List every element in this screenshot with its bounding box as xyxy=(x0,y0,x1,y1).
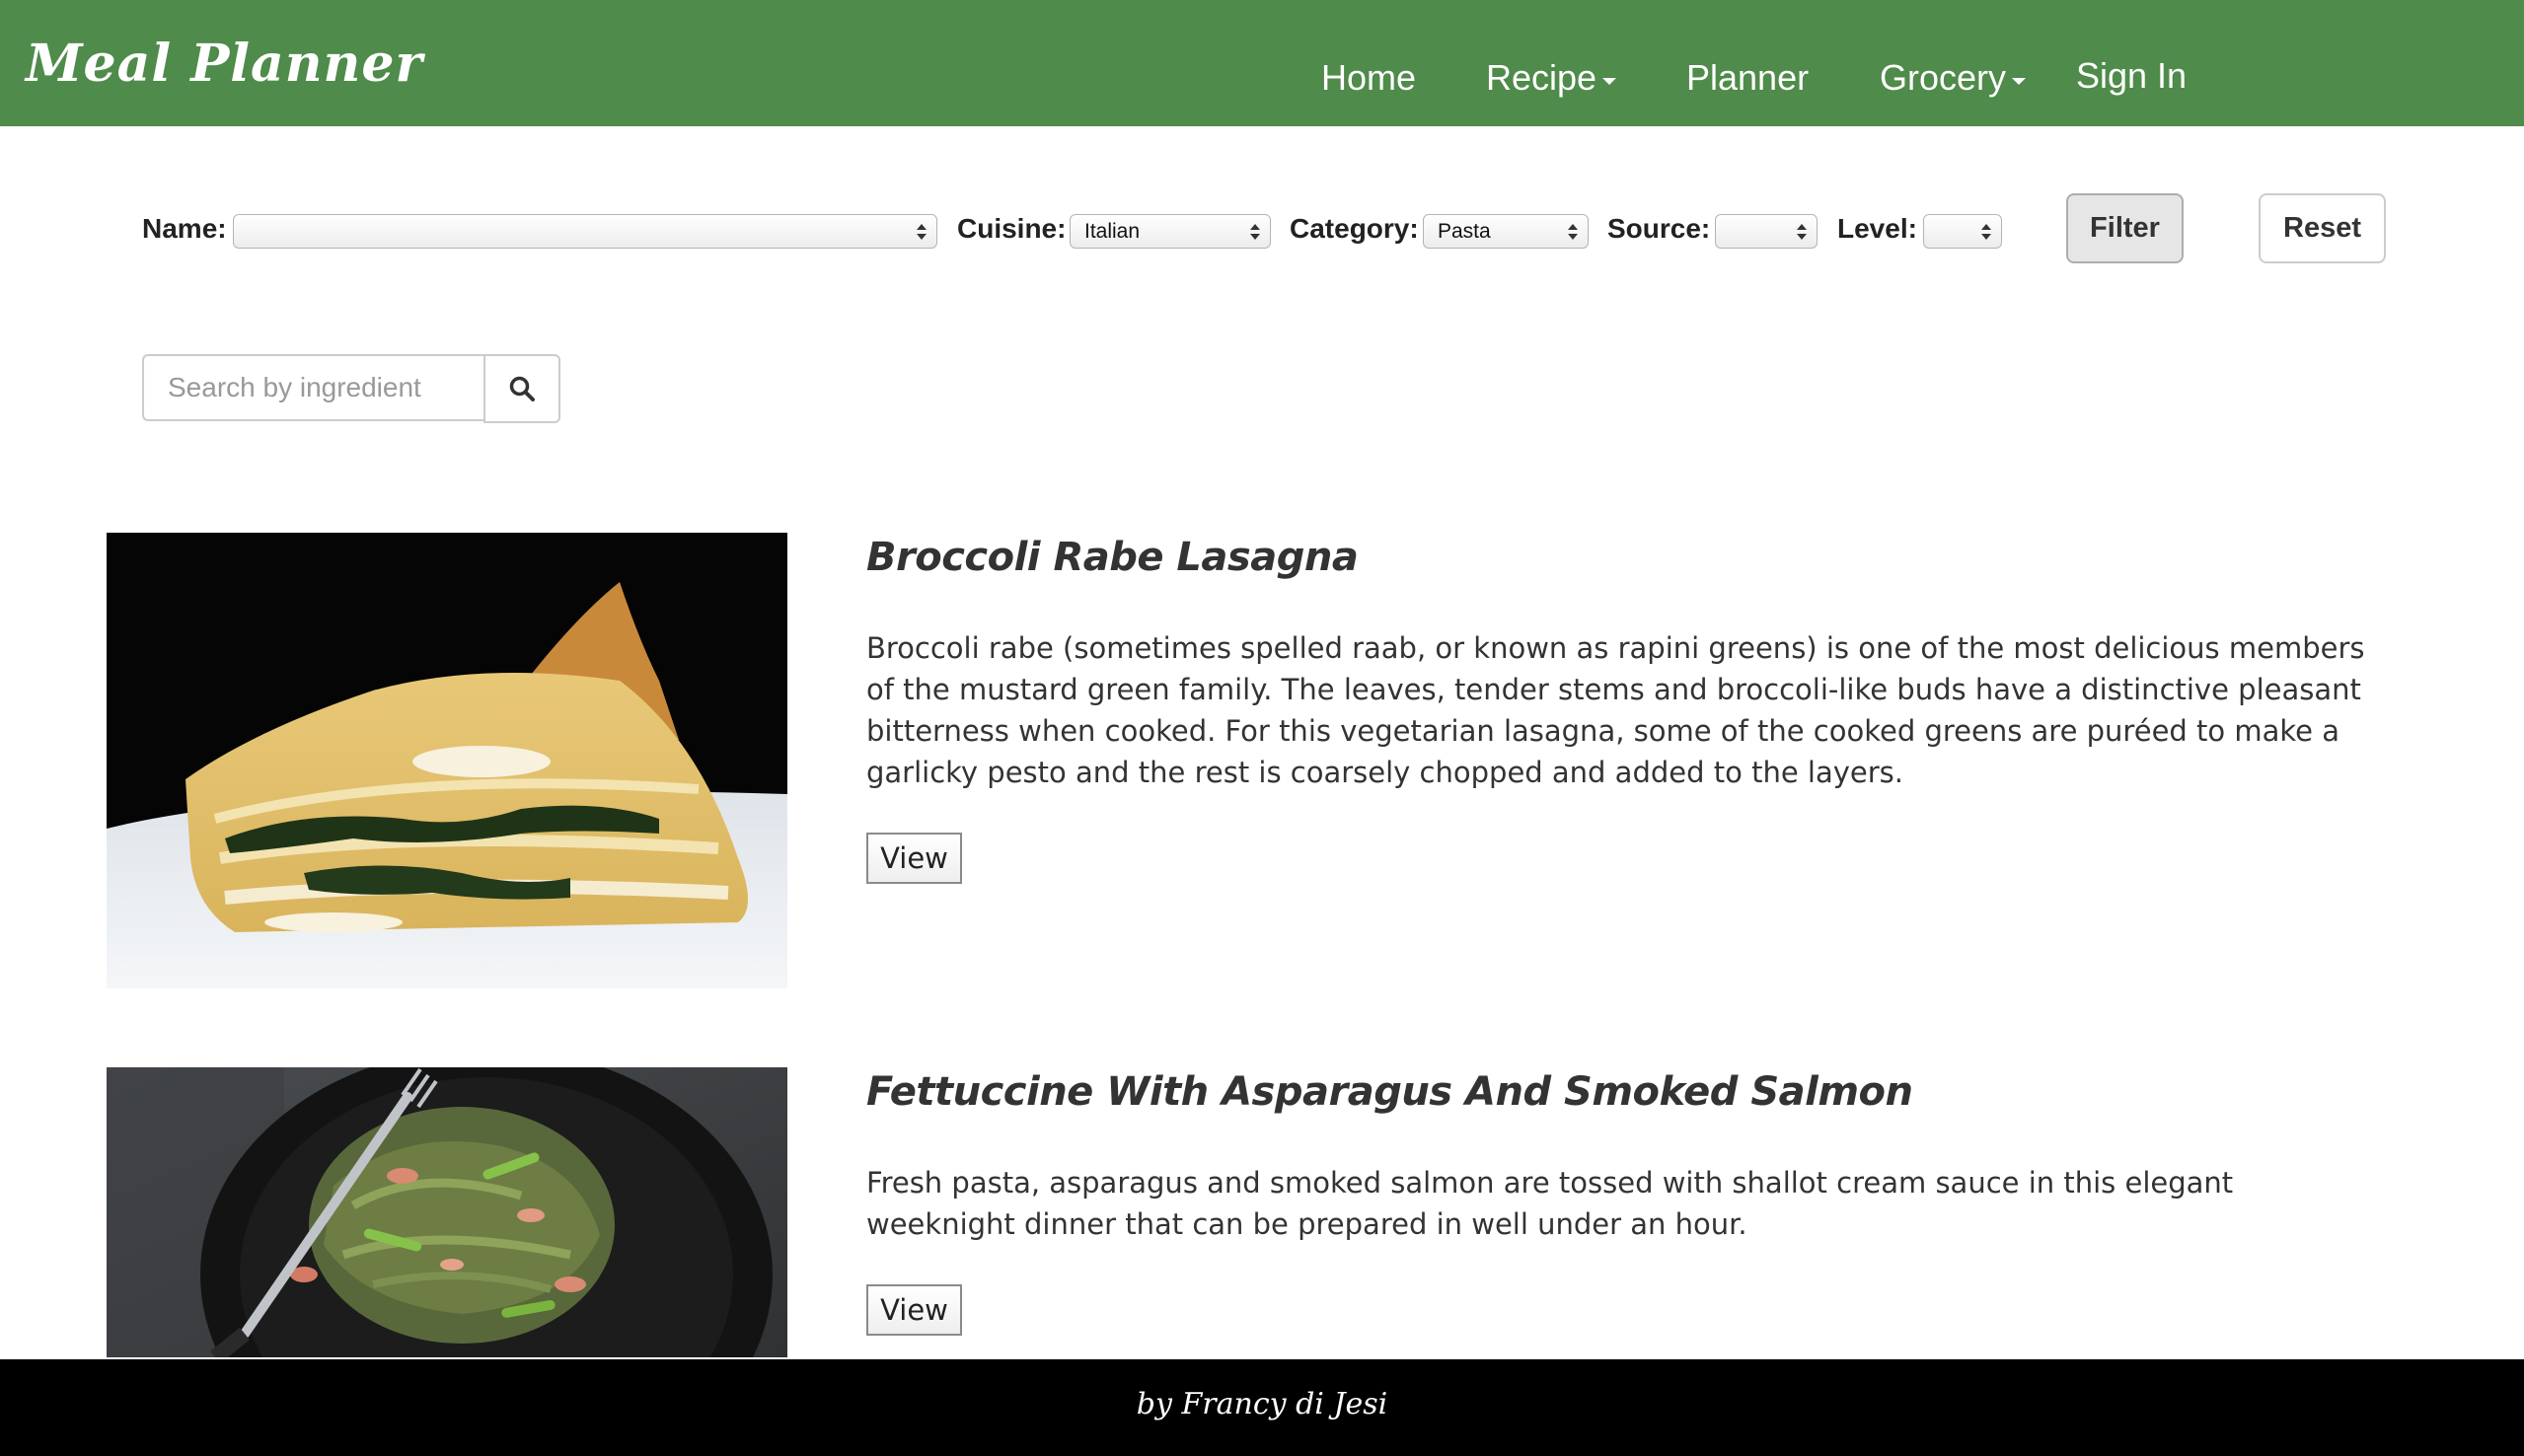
cuisine-select-value: Italian xyxy=(1084,219,1141,243)
level-select[interactable] xyxy=(1923,214,2002,249)
recipe-description: Broccoli rabe (sometimes spelled raab, o… xyxy=(866,631,2365,789)
nav-grocery-label: Grocery xyxy=(1880,57,2007,98)
select-arrows-icon xyxy=(1797,222,1807,242)
filter-button[interactable]: Filter xyxy=(2066,193,2184,263)
search-icon xyxy=(509,376,535,401)
category-select[interactable]: Pasta xyxy=(1423,214,1589,249)
navbar: Meal Planner Home Recipe Planner Grocery… xyxy=(0,0,2524,126)
nav-grocery-dropdown[interactable]: Grocery xyxy=(1880,57,2027,99)
footer-credit: by Francy di Jesi xyxy=(1136,1387,1388,1421)
nav-sign-in-label: Sign In xyxy=(2076,55,2188,96)
reset-button[interactable]: Reset xyxy=(2259,193,2386,263)
caret-down-icon xyxy=(2012,77,2027,85)
ingredient-search-input[interactable]: Search by ingredient xyxy=(142,354,485,421)
recipe-image-fettuccine[interactable] xyxy=(107,1067,787,1357)
nav-recipe-label: Recipe xyxy=(1486,57,1597,98)
level-filter-label: Level: xyxy=(1837,213,1917,244)
view-recipe-button[interactable]: View xyxy=(866,833,962,884)
recipe-title[interactable]: Fettuccine With Asparagus And Smoked Sal… xyxy=(866,1069,1913,1115)
source-filter-label: Source: xyxy=(1607,213,1711,244)
recipe-image-lasagna[interactable] xyxy=(107,533,787,988)
footer: by Francy di Jesi xyxy=(0,1359,2524,1456)
select-arrows-icon xyxy=(917,222,927,242)
source-select[interactable] xyxy=(1715,214,1818,249)
nav-planner[interactable]: Planner xyxy=(1686,57,1809,99)
recipe-title[interactable]: Broccoli Rabe Lasagna xyxy=(866,535,1359,580)
view-recipe-button[interactable]: View xyxy=(866,1284,962,1336)
select-arrows-icon xyxy=(1250,222,1260,242)
name-select[interactable] xyxy=(233,214,937,249)
lasagna-photo xyxy=(107,533,787,988)
search-button[interactable] xyxy=(483,354,560,423)
nav-home-label: Home xyxy=(1321,57,1417,98)
name-filter-label: Name: xyxy=(142,213,227,244)
select-arrows-icon xyxy=(1981,222,1991,242)
brand-logo[interactable]: Meal Planner xyxy=(26,34,423,94)
category-select-value: Pasta xyxy=(1438,219,1491,243)
recipe-description: Fresh pasta, asparagus and smoked salmon… xyxy=(866,1166,2234,1241)
nav-recipe-dropdown[interactable]: Recipe xyxy=(1486,57,1617,99)
nav-home[interactable]: Home xyxy=(1321,57,1416,99)
ingredient-search-placeholder: Search by ingredient xyxy=(168,372,421,402)
cuisine-select[interactable]: Italian xyxy=(1070,214,1271,249)
fettuccine-photo xyxy=(107,1067,787,1357)
nav-sign-in[interactable]: Sign In xyxy=(2076,55,2187,97)
cuisine-filter-label: Cuisine: xyxy=(957,213,1067,244)
nav-planner-label: Planner xyxy=(1686,57,1810,98)
category-filter-label: Category: xyxy=(1290,213,1419,244)
select-arrows-icon xyxy=(1568,222,1578,242)
caret-down-icon xyxy=(1602,77,1617,85)
